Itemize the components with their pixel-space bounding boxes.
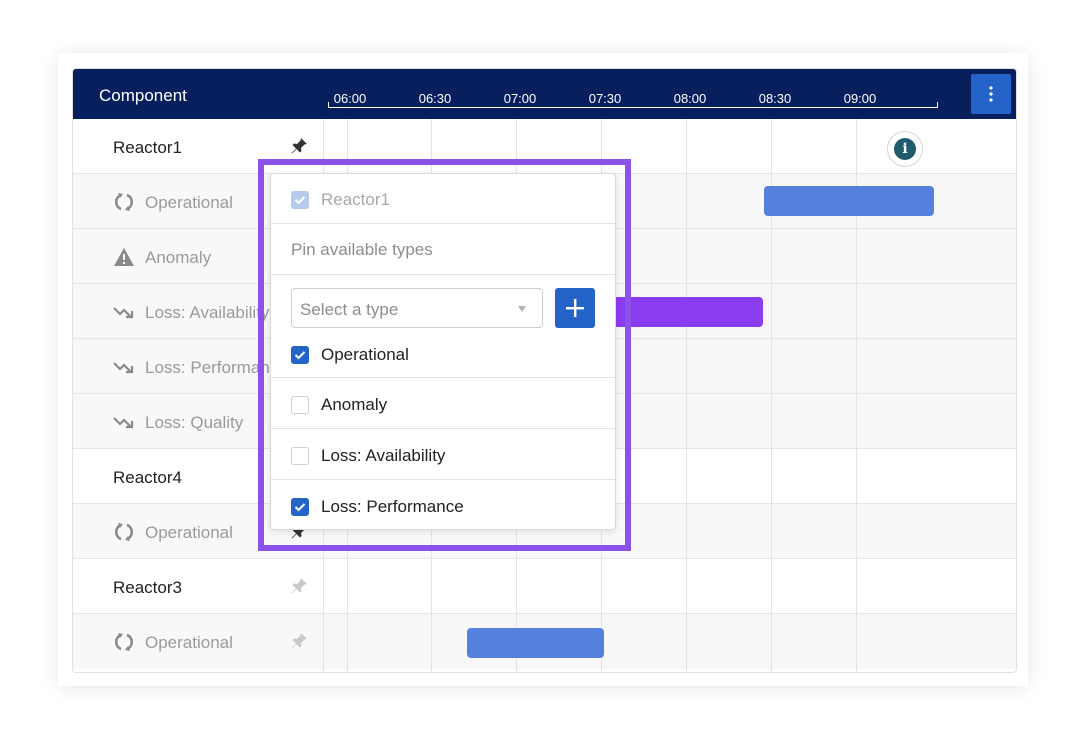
refresh-icon	[113, 191, 135, 213]
popover-title: Pin available types	[291, 240, 433, 259]
trend-down-icon	[113, 411, 135, 433]
type-select[interactable]: Select a type	[291, 288, 543, 328]
type-label: Loss: Availability	[145, 303, 270, 322]
trend-down-icon	[113, 356, 135, 378]
divider	[271, 377, 615, 378]
type-label: Operational	[145, 523, 233, 542]
pin-types-popover: Reactor1 Pin available types Select a ty…	[270, 173, 616, 530]
trend-down-icon	[113, 301, 135, 323]
more-menu-button[interactable]	[971, 74, 1011, 114]
time-tick: 08:30	[758, 91, 792, 106]
warning-icon	[113, 246, 135, 268]
add-type-button[interactable]	[555, 288, 595, 328]
refresh-icon	[113, 521, 135, 543]
option-checkbox[interactable]	[291, 447, 309, 465]
option-label: Operational	[321, 345, 409, 364]
info-button[interactable]: i	[887, 131, 923, 167]
option-checkbox[interactable]	[291, 396, 309, 414]
type-label: Anomaly	[145, 248, 212, 267]
timeline-bar[interactable]	[467, 628, 604, 658]
time-tick: 08:00	[673, 91, 707, 106]
type-select-placeholder: Select a type	[300, 300, 399, 319]
popover-component-row: Reactor1	[271, 174, 615, 224]
type-label: Operational	[145, 193, 233, 212]
vertical-dots-icon	[989, 86, 993, 102]
component-column-title: Component	[99, 86, 187, 105]
component-checkbox	[291, 191, 309, 209]
type-label: Loss: Performance	[145, 358, 288, 377]
row-reactor3: Reactor3	[73, 559, 1016, 614]
pin-icon[interactable]	[289, 576, 309, 596]
row-reactor1: Reactor1	[73, 119, 1016, 174]
divider	[271, 428, 615, 429]
type-label: Loss: Quality	[145, 413, 244, 432]
pin-icon[interactable]	[289, 136, 309, 156]
divider	[271, 479, 615, 480]
refresh-icon	[113, 631, 135, 653]
option-label: Loss: Performance	[321, 497, 464, 516]
pin-icon[interactable]	[289, 631, 309, 651]
time-tick: 06:00	[333, 91, 367, 106]
option-checkbox[interactable]	[291, 346, 309, 364]
component-label: Reactor1	[113, 138, 182, 157]
component-checkbox-label: Reactor1	[321, 190, 390, 209]
time-tick: 07:30	[588, 91, 622, 106]
time-tick: 07:00	[503, 91, 537, 106]
timeline-bar[interactable]	[593, 297, 763, 327]
option-label: Loss: Availability	[321, 446, 446, 465]
grid-line	[686, 119, 687, 672]
component-label: Reactor3	[113, 578, 182, 597]
time-tick: 06:30	[418, 91, 452, 106]
plus-icon	[566, 299, 584, 317]
option-checkbox[interactable]	[291, 498, 309, 516]
timeline-bar[interactable]	[764, 186, 934, 216]
chevron-down-icon	[518, 306, 526, 312]
time-axis: 06:00 06:30 07:00 07:30 08:00 08:30 09:0…	[328, 91, 938, 108]
divider	[271, 274, 615, 275]
component-label: Reactor4	[113, 468, 182, 487]
type-label: Operational	[145, 633, 233, 652]
option-label: Anomaly	[321, 395, 388, 414]
info-icon: i	[894, 138, 916, 160]
gantt-header: Component 06:00 06:30 07:00 07:30 08:00 …	[73, 69, 1016, 119]
time-tick: 09:00	[843, 91, 877, 106]
